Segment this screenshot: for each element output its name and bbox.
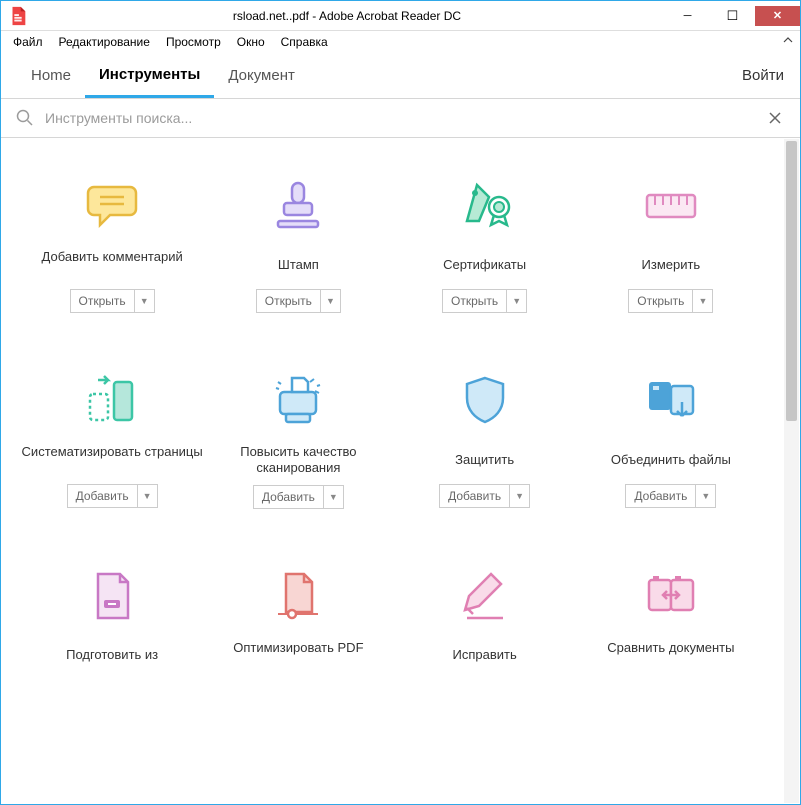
combine-files-icon (639, 368, 703, 432)
window-title: rsload.net..pdf - Adobe Acrobat Reader D… (29, 9, 665, 23)
tool-action-dropdown[interactable]: Открыть ▼ (442, 289, 527, 313)
tool-label: Сертификаты (443, 249, 526, 281)
chevron-down-icon: ▼ (134, 290, 154, 312)
tool-action-dropdown[interactable]: Открыть ▼ (628, 289, 713, 313)
tools-panel: Добавить комментарий Открыть ▼ Штамп Отк… (1, 138, 800, 802)
tool-add-comment[interactable]: Добавить комментарий Открыть ▼ (21, 173, 203, 313)
chevron-down-icon: ▼ (506, 290, 526, 312)
tool-label: Систематизировать страницы (22, 444, 203, 476)
menubar: Файл Редактирование Просмотр Окно Справк… (1, 31, 800, 53)
measure-icon (639, 173, 703, 237)
tools-search-bar (1, 99, 800, 138)
optimize-pdf-icon (266, 564, 330, 628)
tool-label: Подготовить из (66, 640, 158, 672)
tool-label: Исправить (453, 640, 517, 672)
tool-compare[interactable]: Сравнить документы (580, 564, 762, 672)
tool-stamp[interactable]: Штамп Открыть ▼ (207, 173, 389, 313)
minimize-button[interactable]: ─ (665, 6, 710, 26)
tool-action-dropdown[interactable]: Добавить ▼ (625, 484, 716, 508)
chevron-down-icon: ▼ (323, 486, 343, 508)
close-button[interactable]: ✕ (755, 6, 800, 26)
tool-measure[interactable]: Измерить Открыть ▼ (580, 173, 762, 313)
tab-document[interactable]: Документ (214, 53, 309, 98)
organize-pages-icon (80, 368, 144, 432)
tool-label: Измерить (642, 249, 701, 281)
menu-file[interactable]: Файл (5, 33, 51, 51)
menu-window[interactable]: Окно (229, 33, 273, 51)
prepare-form-icon (80, 564, 144, 628)
tools-grid: Добавить комментарий Открыть ▼ Штамп Отк… (1, 138, 782, 672)
menu-view[interactable]: Просмотр (158, 33, 229, 51)
tool-label: Оптимизировать PDF (233, 640, 363, 672)
window-controls: ─ ☐ ✕ (665, 6, 800, 26)
tool-prepare-form[interactable]: Подготовить из (21, 564, 203, 672)
tools-search-input[interactable] (35, 110, 764, 126)
app-pdf-icon (7, 5, 29, 27)
tool-label: Объединить файлы (611, 444, 731, 476)
scroll-thumb[interactable] (786, 141, 797, 421)
tool-label: Штамп (278, 249, 319, 281)
certificates-icon (453, 173, 517, 237)
search-icon (15, 108, 35, 128)
redact-icon (453, 564, 517, 628)
tab-home[interactable]: Home (17, 53, 85, 98)
tool-action-dropdown[interactable]: Добавить ▼ (439, 484, 530, 508)
maximize-button[interactable]: ☐ (710, 6, 755, 26)
menu-help[interactable]: Справка (273, 33, 336, 51)
chevron-down-icon: ▼ (509, 485, 529, 507)
tool-label: Защитить (455, 444, 514, 476)
menu-edit[interactable]: Редактирование (51, 33, 158, 51)
titlebar: rsload.net..pdf - Adobe Acrobat Reader D… (1, 1, 800, 31)
chevron-down-icon: ▼ (692, 290, 712, 312)
tool-action-dropdown[interactable]: Открыть ▼ (256, 289, 341, 313)
tool-enhance-scans[interactable]: Повысить качество сканирования Добавить … (207, 368, 389, 509)
tool-combine-files[interactable]: Объединить файлы Добавить ▼ (580, 368, 762, 509)
tool-action-dropdown[interactable]: Открыть ▼ (70, 289, 155, 313)
chevron-down-icon: ▼ (137, 485, 157, 507)
sign-in-button[interactable]: Войти (742, 67, 784, 84)
tool-protect[interactable]: Защитить Добавить ▼ (394, 368, 576, 509)
stamp-icon (266, 173, 330, 237)
tool-action-dropdown[interactable]: Добавить ▼ (253, 485, 344, 509)
tool-organize-pages[interactable]: Систематизировать страницы Добавить ▼ (21, 368, 203, 509)
tool-optimize-pdf[interactable]: Оптимизировать PDF (207, 564, 389, 672)
chevron-down-icon: ▼ (320, 290, 340, 312)
tool-label: Повысить качество сканирования (207, 444, 389, 477)
compare-icon (639, 564, 703, 628)
tool-label: Добавить комментарий (42, 249, 183, 281)
chevron-down-icon: ▼ (695, 485, 715, 507)
comment-icon (80, 173, 144, 237)
tool-certificates[interactable]: Сертификаты Открыть ▼ (394, 173, 576, 313)
enhance-scans-icon (266, 368, 330, 432)
view-tabs: Home Инструменты Документ Войти (1, 53, 800, 99)
tool-redact[interactable]: Исправить (394, 564, 576, 672)
tool-action-dropdown[interactable]: Добавить ▼ (67, 484, 158, 508)
tab-tools[interactable]: Инструменты (85, 53, 214, 98)
search-clear-button[interactable] (764, 107, 786, 129)
tool-label: Сравнить документы (607, 640, 734, 672)
protect-icon (453, 368, 517, 432)
menu-collapse-button[interactable] (776, 35, 800, 49)
vertical-scrollbar[interactable] (784, 139, 799, 803)
